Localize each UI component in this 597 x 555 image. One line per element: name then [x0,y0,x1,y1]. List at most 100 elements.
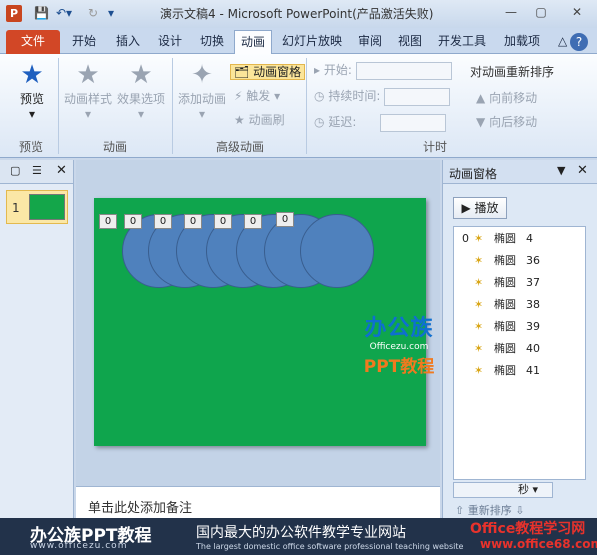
animation-order-tag[interactable]: 0 [244,214,262,229]
timeline-seconds-dropdown[interactable]: 秒 ▾ [453,482,553,498]
effect-options-label: 效果选项 [116,92,165,106]
list-item[interactable]: ✶ 椭圆 38 [454,295,585,315]
item-number: 37 [526,276,540,289]
move-earlier-label: 向前移动 [489,91,538,105]
outline-tab-icon[interactable]: ☰ [32,164,42,177]
reorder-down-icon: ⇩ [515,504,525,517]
animation-order-tag[interactable]: 0 [99,214,117,229]
close-button[interactable]: ✕ [564,2,590,22]
trigger-lightning-icon: ⚡ [234,89,243,103]
delay-spinner[interactable] [380,113,447,132]
add-animation-button[interactable]: ✦ 添加动画 ▾ [176,60,228,121]
customize-qat-icon[interactable]: ▾ [108,5,114,22]
add-animation-label: 添加动画 [177,92,226,106]
move-earlier-button[interactable]: ▲ 向前移动 [476,88,537,108]
animation-order-tag[interactable]: 0 [124,214,142,229]
effect-options-button[interactable]: ★ 效果选项 ▾ [114,60,168,121]
banner-site2-url: www.office68.com [480,537,597,551]
list-item[interactable]: ✶ 椭圆 36 [454,251,585,271]
animation-pane-title: 动画窗格 [449,167,498,181]
delay-clock-icon: ◷ [314,115,325,129]
move-later-button[interactable]: ▼ 向后移动 [476,112,537,132]
animation-painter-button[interactable]: ★ 动画刷 [234,110,285,130]
play-button[interactable]: ▶ 播放 [453,197,507,219]
title-bar: P 💾 ↶▾ ↻ ▾ 演示文稿4 - Microsoft PowerPoint(… [0,0,597,28]
slide-thumbnail-image [29,194,65,220]
animation-styles-button[interactable]: ★ 动画样式 ▾ [62,60,114,121]
group-divider [172,58,173,154]
preview-button[interactable]: ★ 预览 ▾ [12,60,52,121]
slides-tab-icon[interactable]: ▢ [10,164,20,177]
duration-label: 持续时间: [328,89,381,103]
watermark-brand: 办公族 [364,316,434,341]
close-pane-icon[interactable]: ✕ [56,163,67,178]
item-name: 椭圆 [494,254,516,267]
duration-control[interactable]: ◷ 持续时间: [314,86,451,106]
animation-order-tag[interactable]: 0 [276,212,294,227]
entrance-star-icon: ✶ [474,342,484,355]
animation-order-tag[interactable]: 0 [154,214,172,229]
start-dropdown[interactable] [355,61,452,80]
reorder-label: 重新排序 [467,504,512,517]
start-control[interactable]: ▸ 开始: [314,60,452,80]
delay-control[interactable]: ◷ 延迟: [314,112,447,132]
seconds-label: 秒 [517,483,529,496]
oval-shape[interactable] [300,214,374,288]
ribbon-body: ★ 预览 ▾ 预览 ★ 动画样式 ▾ ★ 效果选项 ▾ 动画 ✦ 添加动画 ▾ 🗂 动画… [0,54,597,158]
entrance-star-icon: ✶ [474,254,484,267]
animation-order-tag[interactable]: 0 [214,214,232,229]
undo-icon[interactable]: ↶▾ [56,5,72,22]
powerpoint-app-icon[interactable]: P [6,5,22,22]
move-later-label: 向后移动 [489,115,538,129]
trigger-label: 触发 ▾ [246,89,281,103]
animation-pane-header: 动画窗格 ▼ ✕ [443,160,597,184]
tab-animations[interactable]: 动画 [234,30,273,54]
redo-icon[interactable]: ↻ [88,5,98,22]
notes-placeholder: 单击此处添加备注 [88,501,193,516]
save-icon[interactable]: 💾 [34,5,49,22]
trigger-button[interactable]: ⚡ 触发 ▾ [234,86,280,106]
tab-transitions[interactable]: 切换 [194,30,230,54]
close-pane-icon[interactable]: ✕ [577,163,588,178]
duration-spinner[interactable] [384,87,451,106]
tab-insert[interactable]: 插入 [110,30,146,54]
entrance-star-icon: ✶ [474,298,484,311]
pane-options-icon[interactable]: ▼ [557,164,565,177]
ribbon-tabs: 文件 开始 插入 设计 切换 动画 幻灯片放映 审阅 视图 开发工具 加载项 △… [0,28,597,54]
maximize-button[interactable]: ▢ [528,2,554,22]
slide-thumbnail[interactable]: 1 [6,190,68,224]
list-item[interactable]: 0 ✶ 椭圆 4 [454,229,585,249]
play-label: 播放 [474,201,499,215]
start-label: 开始: [323,63,352,77]
duration-clock-icon: ◷ [314,89,325,103]
entrance-star-icon: ✶ [474,320,484,333]
animation-order-tag[interactable]: 0 [184,214,202,229]
preview-label: 预览 [19,92,44,106]
tab-file[interactable]: 文件 [6,30,60,54]
animation-pane-button[interactable]: 🗂 动画窗格 [230,62,306,82]
list-item[interactable]: ✶ 椭圆 41 [454,361,585,381]
animation-pane-label: 动画窗格 [253,65,302,79]
tab-design[interactable]: 设计 [152,30,188,54]
group-divider [306,58,307,154]
tab-slideshow[interactable]: 幻灯片放映 [276,30,348,54]
list-item[interactable]: ✶ 椭圆 39 [454,317,585,337]
reorder-control[interactable]: ⇧ 重新排序 ⇩ [455,502,524,518]
list-item[interactable]: ✶ 椭圆 37 [454,273,585,293]
item-number: 40 [526,342,540,355]
group-label-animation: 动画 [102,140,127,154]
tab-developer[interactable]: 开发工具 [432,30,492,54]
reorder-up-icon: ⇧ [455,504,465,517]
banner-url: www.officezu.com [30,541,128,551]
add-animation-star-icon: ✦ [191,60,213,90]
group-label-advanced: 高级动画 [215,140,264,154]
tab-addins[interactable]: 加载项 [498,30,546,54]
list-item[interactable]: ✶ 椭圆 40 [454,339,585,359]
site-branding-banner: 办公族PPT教程 www.officezu.com 国内最大的办公软件教学专业网… [0,518,597,555]
minimize-button[interactable]: — [498,2,524,22]
tab-view[interactable]: 视图 [392,30,428,54]
help-icon[interactable]: ? [570,33,588,51]
tab-home[interactable]: 开始 [66,30,102,54]
tab-review[interactable]: 审阅 [352,30,388,54]
item-name: 椭圆 [494,364,516,377]
